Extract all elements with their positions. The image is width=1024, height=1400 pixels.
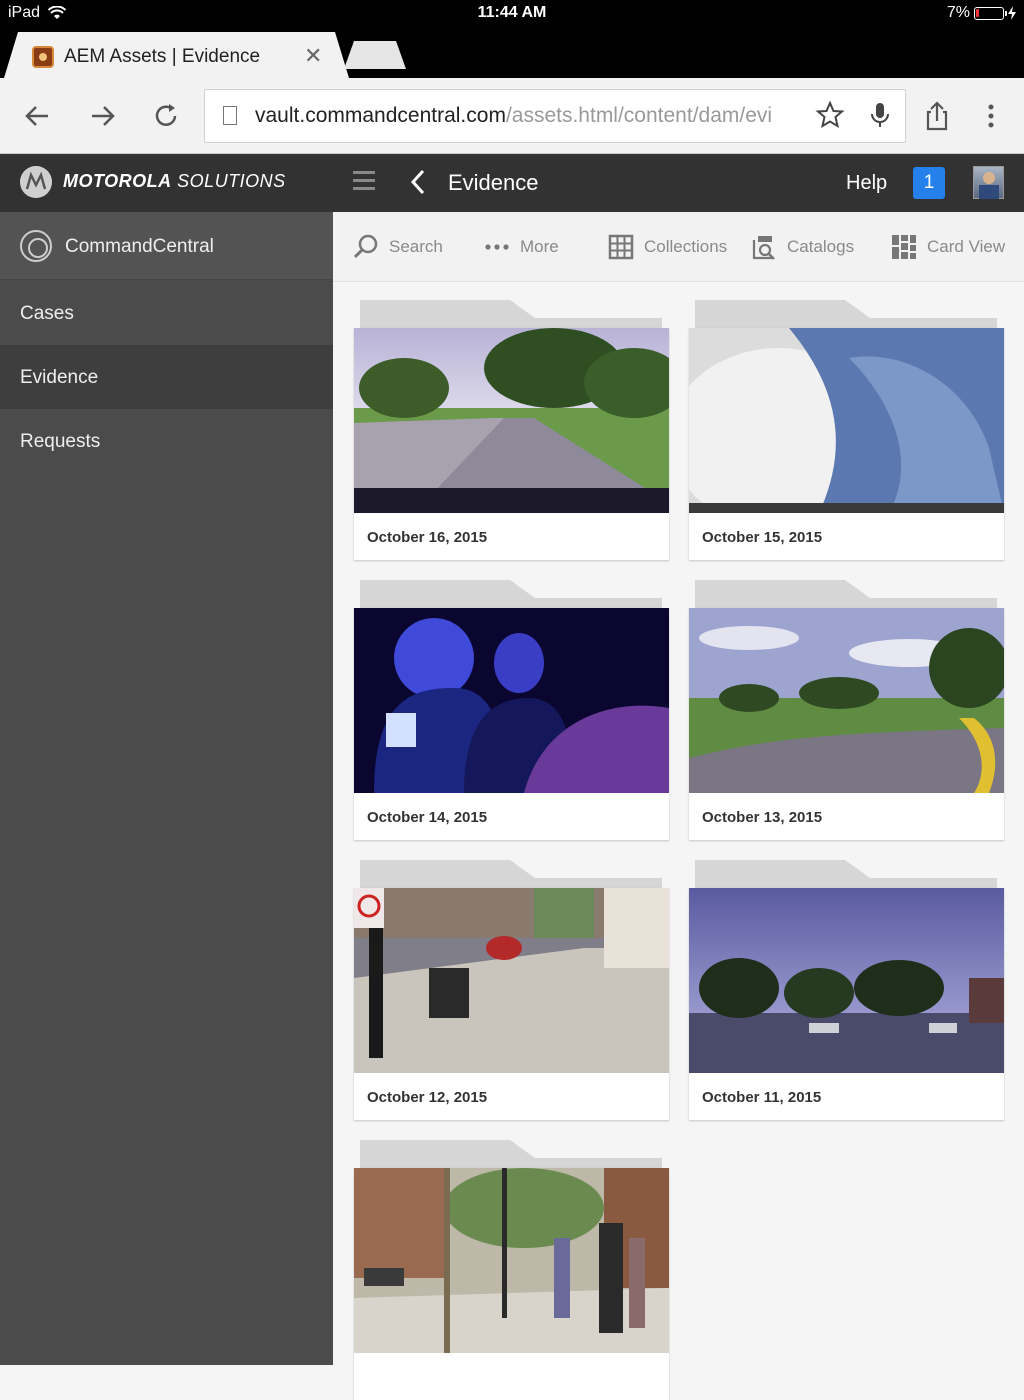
asset-grid: October 16, 2015 October 15, 2015 Octobe… (333, 282, 1024, 1400)
search-button[interactable]: Search (353, 234, 443, 260)
folder-tab (695, 860, 997, 888)
battery-percent: 7% (946, 4, 970, 21)
user-avatar[interactable] (973, 166, 1004, 199)
motorola-logo-icon (20, 166, 52, 198)
page-title: Evidence (448, 170, 539, 195)
collections-label: Collections (644, 237, 728, 256)
asset-card[interactable]: October 15, 2015 (689, 282, 1004, 560)
more-button[interactable]: More (484, 234, 559, 260)
folder-tab (695, 580, 997, 608)
asset-thumbnail (354, 328, 669, 513)
sidebar-item-cases[interactable]: Cases (0, 281, 333, 345)
share-icon[interactable] (919, 98, 955, 134)
microphone-icon[interactable] (865, 100, 895, 130)
catalogs-button[interactable]: Catalogs (751, 234, 854, 260)
asset-thumbnail (354, 888, 669, 1073)
browser-toolbar: vault.commandcentral.com/assets.html/con… (0, 78, 1024, 154)
content-toolbar: Search More Collections Catalogs Card Vi… (333, 212, 1024, 282)
asset-date: October 16, 2015 (367, 529, 488, 546)
asset-thumbnail (354, 1168, 669, 1353)
folder-tab (360, 580, 662, 608)
tab-title: AEM Assets | Evidence (64, 46, 261, 67)
asset-card[interactable]: October 16, 2015 (354, 282, 669, 560)
sidebar-brand[interactable]: CommandCentral (0, 212, 333, 280)
folder-tab (360, 1140, 662, 1168)
status-bar: iPad 11:44 AM 7% (0, 0, 1024, 28)
forward-arrow-icon[interactable] (84, 98, 120, 134)
asset-card[interactable]: October 13, 2015 (689, 562, 1004, 840)
reload-icon[interactable] (148, 98, 184, 134)
commandcentral-icon (20, 230, 52, 262)
new-tab-button[interactable] (344, 41, 406, 69)
tab-strip: AEM Assets | Evidence ✕ (0, 28, 1024, 78)
back-arrow-icon[interactable] (20, 98, 56, 134)
asset-card[interactable] (354, 1122, 669, 1400)
asset-card[interactable]: October 11, 2015 (689, 842, 1004, 1120)
sidebar-brand-label: CommandCentral (65, 236, 214, 257)
asset-thumbnail (689, 888, 1004, 1073)
asset-date: October 11, 2015 (702, 1089, 822, 1106)
asset-date: October 14, 2015 (367, 809, 488, 826)
collections-icon (608, 234, 634, 260)
address-bar[interactable]: vault.commandcentral.com/assets.html/con… (204, 89, 906, 143)
search-icon (353, 234, 378, 259)
card-view-icon (892, 235, 916, 259)
more-label: More (520, 237, 559, 256)
close-tab-icon[interactable]: ✕ (304, 43, 322, 69)
collections-button[interactable]: Collections (608, 234, 727, 260)
folder-tab (695, 300, 997, 328)
status-time: 11:44 AM (477, 4, 547, 21)
more-horizontal-icon (485, 244, 509, 250)
browser-tab[interactable]: AEM Assets | Evidence ✕ (4, 32, 349, 78)
chevron-left-icon[interactable] (408, 168, 428, 196)
brand-name: MOTOROLA SOLUTIONS (63, 171, 286, 191)
favicon-icon (32, 46, 54, 68)
bookmark-star-icon[interactable] (815, 100, 845, 130)
asset-card[interactable]: October 12, 2015 (354, 842, 669, 1120)
asset-thumbnail (354, 608, 669, 793)
folder-tab (360, 860, 662, 888)
app-header: MOTOROLA SOLUTIONS Evidence Help 1 (0, 154, 1024, 212)
more-vertical-icon[interactable] (973, 98, 1009, 134)
asset-date: October 15, 2015 (702, 529, 823, 546)
catalogs-label: Catalogs (787, 237, 855, 256)
asset-thumbnail (689, 328, 1004, 513)
sidebar: CommandCentral Cases Evidence Requests (0, 212, 333, 1365)
asset-date: October 13, 2015 (702, 809, 823, 826)
battery-icon (974, 6, 1007, 20)
sidebar-item-evidence[interactable]: Evidence (0, 345, 333, 409)
sidebar-item-requests[interactable]: Requests (0, 409, 333, 473)
card-view-label: Card View (927, 237, 1006, 256)
charging-icon (1008, 6, 1016, 20)
hamburger-menu-icon[interactable] (353, 171, 375, 193)
asset-date: October 12, 2015 (367, 1089, 488, 1106)
folder-tab (360, 300, 662, 328)
card-view-button[interactable]: Card View (891, 234, 1005, 260)
help-link[interactable]: Help (846, 172, 887, 195)
url-text: vault.commandcentral.com/assets.html/con… (255, 104, 773, 127)
asset-card[interactable]: October 14, 2015 (354, 562, 669, 840)
search-label: Search (389, 237, 443, 256)
asset-thumbnail (689, 608, 1004, 793)
page-icon (223, 106, 237, 125)
catalogs-icon (752, 236, 775, 260)
notification-badge[interactable]: 1 (913, 167, 945, 199)
